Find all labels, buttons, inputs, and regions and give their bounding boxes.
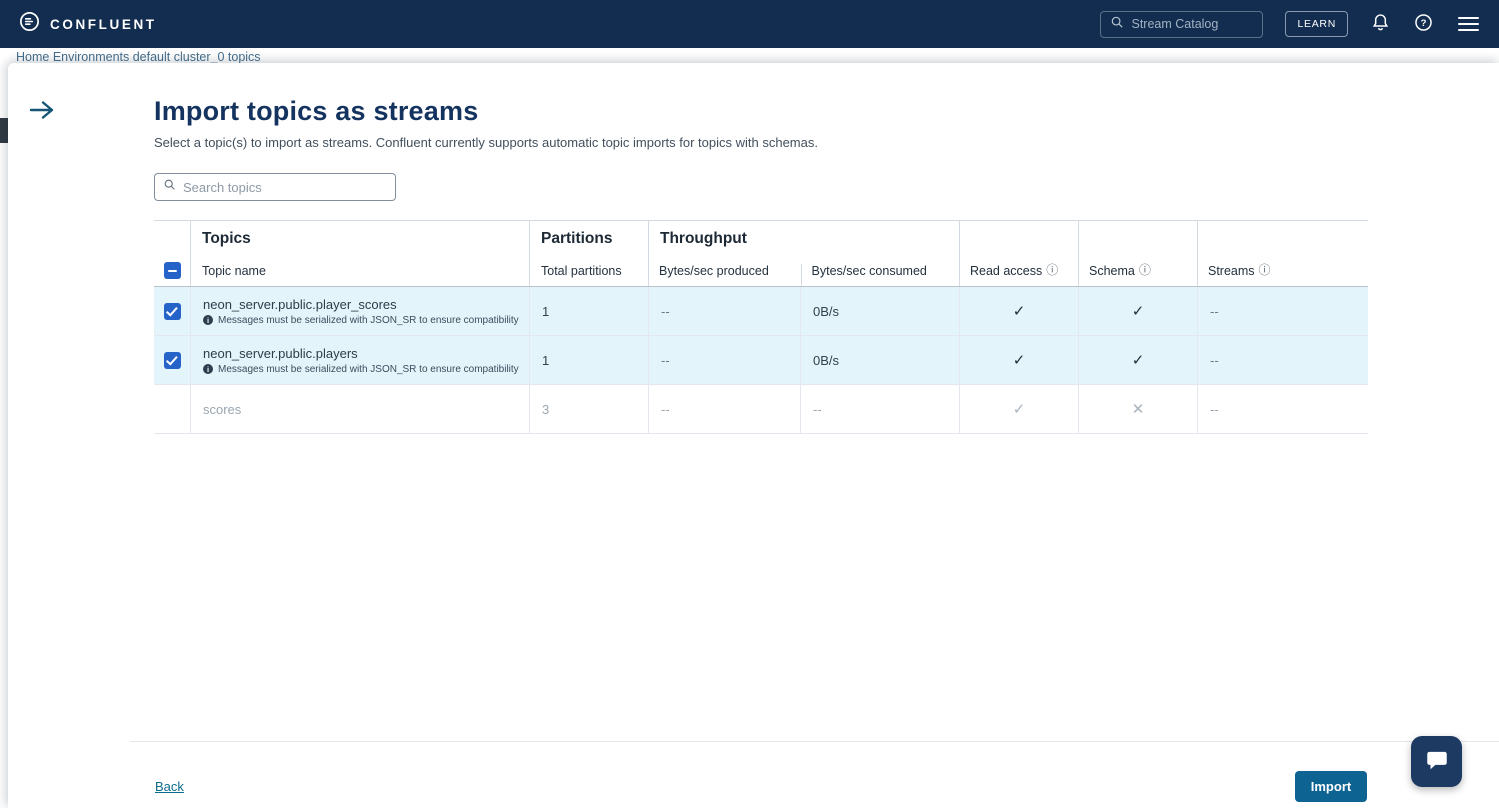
table-row: neon_server.public.player_scores Message… — [154, 287, 1368, 336]
search-topics-input[interactable] — [183, 180, 373, 195]
info-icon[interactable] — [1259, 261, 1271, 278]
col-partitions: Partitions — [530, 221, 648, 248]
partitions-value: 3 — [529, 385, 648, 433]
topic-name: neon_server.public.player_scores — [203, 297, 397, 312]
topics-table: Topics Topic name Partitions Total parti… — [154, 220, 1368, 434]
topic-note: Messages must be serialized with JSON_SR… — [203, 364, 519, 375]
col-schema: Schema — [1089, 264, 1135, 278]
search-icon — [1110, 15, 1124, 34]
schema-check: ✓ — [1078, 336, 1197, 384]
select-all-checkbox[interactable] — [164, 262, 181, 279]
col-throughput: Throughput — [649, 221, 959, 248]
schema-check: ✓ — [1078, 287, 1197, 335]
bell-icon — [1370, 12, 1391, 36]
footer-divider — [130, 741, 1499, 742]
brand-name: CONFLUENT — [50, 17, 157, 32]
topic-note: Messages must be serialized with JSON_SR… — [203, 315, 519, 326]
arrow-right-icon — [28, 108, 56, 123]
confluent-logo[interactable]: CONFLUENT — [18, 10, 157, 38]
bytes-consumed-value: 0B/s — [800, 336, 959, 384]
col-total-partitions: Total partitions — [530, 264, 648, 286]
col-bytes-consumed: Bytes/sec consumed — [801, 264, 959, 286]
read-access-check: ✓ — [959, 336, 1078, 384]
streams-value: -- — [1197, 336, 1368, 384]
partitions-value: 1 — [529, 336, 648, 384]
streams-value: -- — [1197, 385, 1368, 433]
table-header: Topics Topic name Partitions Total parti… — [154, 220, 1368, 287]
notifications-button[interactable] — [1370, 12, 1391, 36]
read-access-check: ✓ — [959, 385, 1078, 433]
import-button[interactable]: Import — [1295, 771, 1367, 802]
search-topics-field[interactable] — [154, 173, 396, 201]
streams-value: -- — [1197, 287, 1368, 335]
collapse-panel-button[interactable] — [28, 100, 56, 123]
help-button[interactable]: ? — [1413, 12, 1434, 36]
schema-cross: ✕ — [1078, 385, 1197, 433]
page-subtitle: Select a topic(s) to import as streams. … — [154, 135, 818, 150]
partitions-value: 1 — [529, 287, 648, 335]
svg-text:?: ? — [1421, 18, 1427, 29]
search-icon — [163, 178, 176, 196]
info-icon — [203, 315, 213, 325]
col-streams: Streams — [1208, 264, 1255, 278]
bytes-consumed-value: 0B/s — [800, 287, 959, 335]
row-checkbox[interactable] — [164, 352, 181, 369]
table-row: scores 3 -- -- ✓ ✕ -- — [154, 385, 1368, 434]
col-topic-name: Topic name — [191, 264, 529, 286]
col-read-access: Read access — [970, 264, 1042, 278]
table-row: neon_server.public.players Messages must… — [154, 336, 1368, 385]
breadcrumb[interactable]: Home Environments default cluster_0 topi… — [16, 50, 1499, 64]
row-checkbox[interactable] — [164, 303, 181, 320]
topic-name: scores — [203, 402, 241, 417]
bytes-produced-value: -- — [648, 287, 800, 335]
hamburger-menu-icon[interactable] — [1456, 13, 1481, 35]
page-title: Import topics as streams — [154, 96, 478, 127]
back-link[interactable]: Back — [155, 779, 184, 794]
bytes-consumed-value: -- — [800, 385, 959, 433]
topic-name: neon_server.public.players — [203, 346, 358, 361]
read-access-check: ✓ — [959, 287, 1078, 335]
import-topics-panel: Import topics as streams Select a topic(… — [8, 63, 1499, 808]
bytes-produced-value: -- — [648, 385, 800, 433]
chat-bubble-icon — [1424, 747, 1450, 776]
info-icon[interactable] — [1139, 261, 1151, 278]
chat-widget-button[interactable] — [1411, 736, 1462, 787]
col-bytes-produced: Bytes/sec produced — [649, 264, 801, 286]
learn-button[interactable]: LEARN — [1285, 11, 1348, 37]
col-topics: Topics — [191, 221, 529, 248]
stream-catalog-input[interactable] — [1131, 17, 1249, 31]
top-navbar: CONFLUENT LEARN ? — [0, 0, 1499, 48]
stream-catalog-search[interactable] — [1100, 11, 1263, 38]
info-icon[interactable] — [1046, 261, 1058, 278]
confluent-mark-icon — [18, 10, 41, 38]
bytes-produced-value: -- — [648, 336, 800, 384]
info-icon — [203, 364, 213, 374]
question-circle-icon: ? — [1413, 12, 1434, 36]
